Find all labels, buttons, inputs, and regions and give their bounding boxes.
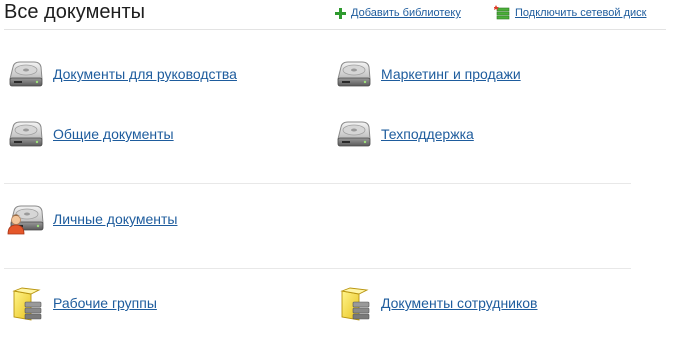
library-item-support[interactable]: Техподдержка bbox=[334, 116, 474, 152]
library-link[interactable]: Личные документы bbox=[53, 211, 177, 227]
library-item-workgroups[interactable]: Рабочие группы bbox=[6, 285, 157, 321]
page-title: Все документы bbox=[4, 1, 146, 23]
library-link[interactable]: Маркетинг и продажи bbox=[381, 66, 521, 82]
library-item-employee-docs[interactable]: Документы сотрудников bbox=[334, 285, 538, 321]
folder-drive-icon bbox=[334, 285, 374, 321]
library-item-personal-docs[interactable]: Личные документы bbox=[6, 201, 177, 237]
library-link[interactable]: Рабочие группы bbox=[53, 295, 157, 311]
library-item-management-docs[interactable]: Документы для руководства bbox=[6, 56, 237, 92]
header-bar: Все документы Добавить библиотеку Подклю… bbox=[0, 0, 681, 30]
network-drive-icon bbox=[493, 5, 510, 21]
library-link[interactable]: Документы сотрудников bbox=[381, 295, 538, 311]
library-link[interactable]: Общие документы bbox=[53, 126, 174, 142]
header-divider bbox=[4, 29, 666, 30]
section-divider bbox=[4, 268, 631, 269]
folder-drive-icon bbox=[6, 285, 46, 321]
library-link[interactable]: Документы для руководства bbox=[53, 66, 237, 82]
drive-icon bbox=[334, 116, 374, 152]
add-library-button[interactable]: Добавить библиотеку bbox=[335, 4, 461, 22]
library-link[interactable]: Техподдержка bbox=[381, 126, 474, 142]
personal-drive-icon bbox=[6, 201, 46, 237]
drive-icon bbox=[334, 56, 374, 92]
drive-icon bbox=[6, 56, 46, 92]
connect-drive-label: Подключить сетевой диск bbox=[515, 7, 647, 19]
connect-drive-button[interactable]: Подключить сетевой диск bbox=[493, 4, 647, 22]
add-library-label: Добавить библиотеку bbox=[351, 7, 461, 19]
drive-icon bbox=[6, 116, 46, 152]
library-item-marketing[interactable]: Маркетинг и продажи bbox=[334, 56, 521, 92]
section-divider bbox=[4, 183, 631, 184]
library-item-shared-docs[interactable]: Общие документы bbox=[6, 116, 174, 152]
plus-icon bbox=[335, 7, 346, 19]
